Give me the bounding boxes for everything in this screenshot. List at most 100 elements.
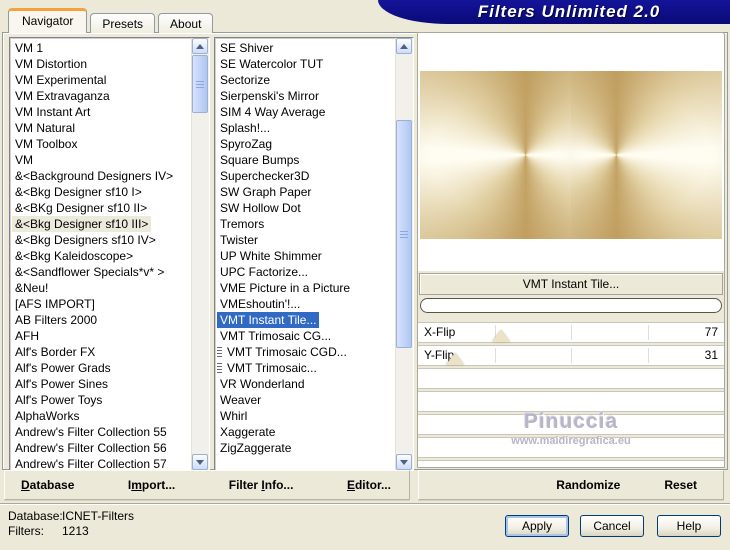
list-item-label: Andrew's Filter Collection 56: [15, 441, 167, 455]
slider-rows: X-Flip 77 Y-Flip 31 Pinuccia www.maidire…: [418, 322, 724, 467]
tab-about[interactable]: About: [158, 13, 214, 33]
footer-divider: [0, 503, 730, 505]
editor-button[interactable]: Editor...: [347, 478, 391, 492]
list-item[interactable]: SE Watercolor TUT: [215, 56, 395, 72]
list-item[interactable]: VMT Trimosaic CGD...: [215, 344, 395, 360]
list-item-label: SE Watercolor TUT: [220, 57, 324, 71]
list-item[interactable]: SW Graph Paper: [215, 184, 395, 200]
progress-bar: [420, 298, 722, 313]
list-item[interactable]: Splash!...: [215, 120, 395, 136]
list-item[interactable]: VM Instant Art: [10, 104, 191, 120]
list-item[interactable]: Alf's Power Toys: [10, 392, 191, 408]
preview-pattern-left: [420, 71, 571, 239]
list-item[interactable]: &<Bkg Designers sf10 IV>: [10, 232, 191, 248]
tick-mark: [647, 348, 649, 363]
list-item[interactable]: Andrew's Filter Collection 55: [10, 424, 191, 440]
list-item[interactable]: UPC Factorize...: [215, 264, 395, 280]
list-item[interactable]: VR Wonderland: [215, 376, 395, 392]
filter-listbox: SE Shiver SE Watercolor TUT Sectorize Sierp…: [214, 37, 414, 471]
scrollbar-thumb[interactable]: [192, 55, 208, 113]
reset-button[interactable]: Reset: [664, 478, 697, 492]
category-listbox: VM 1 VM Distortion VM Experimental VM Extra…: [9, 37, 210, 471]
category-list: VM 1 VM Distortion VM Experimental VM Extra…: [10, 38, 191, 470]
help-button[interactable]: Help: [657, 515, 721, 537]
list-item[interactable]: Superchecker3D: [215, 168, 395, 184]
slider-y-flip[interactable]: Y-Flip 31: [418, 345, 724, 366]
list-item[interactable]: Twister: [215, 232, 395, 248]
list-item[interactable]: &<Bkg Designer sf10 III>: [10, 216, 191, 232]
list-item[interactable]: &Neu!: [10, 280, 191, 296]
list-item[interactable]: Sierpenski's Mirror: [215, 88, 395, 104]
filter-scrollbar[interactable]: [395, 38, 413, 470]
list-item[interactable]: UP White Shimmer: [215, 248, 395, 264]
slider-thumb[interactable]: [491, 330, 510, 342]
list-item[interactable]: Alf's Border FX: [10, 344, 191, 360]
list-item-label: Sectorize: [220, 73, 271, 87]
list-item[interactable]: VM Natural: [10, 120, 191, 136]
apply-button[interactable]: Apply: [505, 515, 569, 537]
scrollbar-thumb[interactable]: [396, 120, 412, 348]
list-item[interactable]: VMEshoutin'!...: [215, 296, 395, 312]
list-item[interactable]: Weaver: [215, 392, 395, 408]
slider-thumb[interactable]: [445, 353, 464, 365]
list-item[interactable]: AFH: [10, 328, 191, 344]
list-item[interactable]: AlphaWorks: [10, 408, 191, 424]
list-item[interactable]: VME Picture in a Picture: [215, 280, 395, 296]
filter-info-button[interactable]: Filter Info...: [229, 478, 294, 492]
scroll-up-button[interactable]: [396, 38, 412, 54]
list-item[interactable]: Xaggerate: [215, 424, 395, 440]
list-item[interactable]: SE Shiver: [215, 40, 395, 56]
list-item[interactable]: Square Bumps: [215, 152, 395, 168]
list-item[interactable]: [AFS IMPORT]: [10, 296, 191, 312]
list-item[interactable]: &<BKg Designer sf10 II>: [10, 200, 191, 216]
list-item-label: VMT Trimosaic CGD...: [227, 345, 347, 359]
list-item[interactable]: &<Background Designers IV>: [10, 168, 191, 184]
list-item[interactable]: VMT Instant Tile...: [215, 312, 395, 328]
list-item[interactable]: ZigZaggerate: [215, 440, 395, 456]
scrollbar-track[interactable]: [192, 54, 208, 454]
list-item[interactable]: &<Bkg Designer sf10 I>: [10, 184, 191, 200]
list-item[interactable]: Andrew's Filter Collection 56: [10, 440, 191, 456]
list-item[interactable]: SW Hollow Dot: [215, 200, 395, 216]
slider-value: 77: [704, 325, 718, 339]
list-item-label: &<Sandflower Specials*v* >: [15, 265, 165, 279]
list-item[interactable]: SIM 4 Way Average: [215, 104, 395, 120]
scroll-down-button[interactable]: [396, 454, 412, 470]
list-item-label: VMEshoutin'!...: [220, 297, 301, 311]
database-button[interactable]: Database: [21, 478, 74, 492]
scrollbar-track[interactable]: [396, 54, 412, 454]
category-scrollbar[interactable]: [191, 38, 209, 470]
list-item[interactable]: Andrew's Filter Collection 57: [10, 456, 191, 470]
scroll-up-button[interactable]: [192, 38, 208, 54]
list-item[interactable]: &<Bkg Kaleidoscope>: [10, 248, 191, 264]
randomize-button[interactable]: Randomize: [556, 478, 620, 492]
scroll-down-button[interactable]: [192, 454, 208, 470]
list-item[interactable]: VMT Trimosaic CG...: [215, 328, 395, 344]
list-item-label: &<Bkg Kaleidoscope>: [15, 249, 134, 263]
list-item[interactable]: SpyroZag: [215, 136, 395, 152]
list-item[interactable]: Whirl: [215, 408, 395, 424]
list-item[interactable]: Tremors: [215, 216, 395, 232]
cancel-button[interactable]: Cancel: [580, 515, 644, 537]
list-item[interactable]: Alf's Power Sines: [10, 376, 191, 392]
slider-x-flip[interactable]: X-Flip 77: [418, 322, 724, 343]
import-button[interactable]: Import...: [128, 478, 175, 492]
tab-presets[interactable]: Presets: [90, 13, 156, 33]
list-item[interactable]: VM Toolbox: [10, 136, 191, 152]
list-item-label: Andrew's Filter Collection 57: [15, 457, 167, 470]
list-item[interactable]: Alf's Power Grads: [10, 360, 191, 376]
list-item[interactable]: VM Experimental: [10, 72, 191, 88]
tick-mark: [647, 325, 649, 340]
list-item[interactable]: AB Filters 2000: [10, 312, 191, 328]
list-item[interactable]: VM Extravaganza: [10, 88, 191, 104]
list-item[interactable]: VM: [10, 152, 191, 168]
list-item[interactable]: VMT Trimosaic...: [215, 360, 395, 376]
title-bar: Filters Unlimited 2.0: [378, 0, 730, 24]
list-item[interactable]: Sectorize: [215, 72, 395, 88]
tab-navigator[interactable]: Navigator: [8, 8, 88, 33]
list-item[interactable]: &<Sandflower Specials*v* >: [10, 264, 191, 280]
list-item[interactable]: VM 1: [10, 40, 191, 56]
slider-empty-row: [418, 391, 724, 412]
list-item[interactable]: VM Distortion: [10, 56, 191, 72]
grip-lines-icon: [217, 363, 222, 373]
